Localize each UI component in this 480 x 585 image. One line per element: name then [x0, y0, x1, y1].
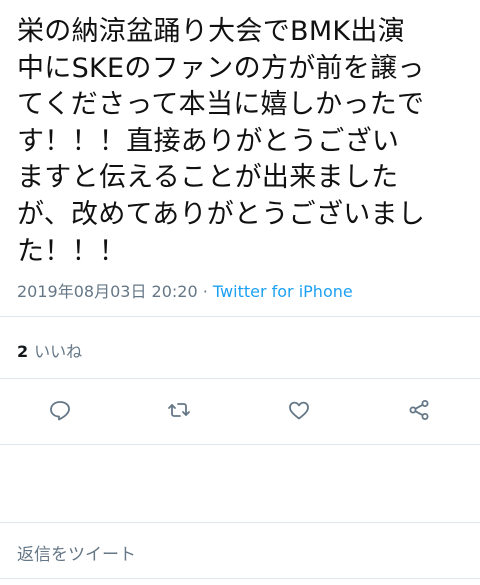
tweet-text-line: が、改めてありがとうございまし — [17, 198, 426, 230]
share-icon — [409, 400, 429, 420]
reply-input[interactable]: 返信をツイート — [17, 540, 136, 565]
retweet-button[interactable] — [163, 394, 195, 426]
tweet-text-line: す！！！直接ありがとうござい — [17, 125, 400, 157]
tweet-text-line: 栄の納涼盆踊り大会でBMK出演 — [17, 16, 406, 47]
like-button[interactable] — [283, 394, 315, 426]
reply-icon — [50, 401, 70, 421]
divider — [0, 578, 480, 579]
tweet-text: 栄の納涼盆踊り大会でBMK出演 中にSKEのファンの方が前を譲っ てくださって本… — [17, 14, 472, 270]
tweet-text-line: ますと伝えることが出来ました — [17, 162, 399, 194]
divider — [0, 444, 480, 445]
share-button[interactable] — [403, 394, 435, 426]
tweet-meta: 2019年08月03日 20:20 · Twitter for iPhone — [17, 278, 353, 302]
tweet-source-link[interactable]: Twitter for iPhone — [213, 282, 353, 301]
like-icon — [289, 401, 309, 420]
action-bar — [0, 386, 480, 434]
likes-summary[interactable]: 2 いいね — [17, 338, 82, 362]
divider — [0, 378, 480, 379]
likes-count: 2 — [17, 342, 29, 361]
tweet-text-line: 中にSKEのファンの方が前を譲っ — [17, 52, 425, 84]
tweet-text-line: てくださって本当に嬉しかったで — [17, 89, 425, 121]
reply-button[interactable] — [44, 394, 76, 426]
tweet-timestamp[interactable]: 2019年08月03日 20:20 — [17, 282, 198, 301]
meta-separator: · — [197, 282, 213, 301]
tweet-text-line: た！！！ — [17, 235, 127, 267]
divider — [0, 316, 480, 317]
divider — [0, 522, 480, 523]
retweet-icon — [168, 403, 190, 417]
likes-label: いいね — [34, 342, 83, 361]
